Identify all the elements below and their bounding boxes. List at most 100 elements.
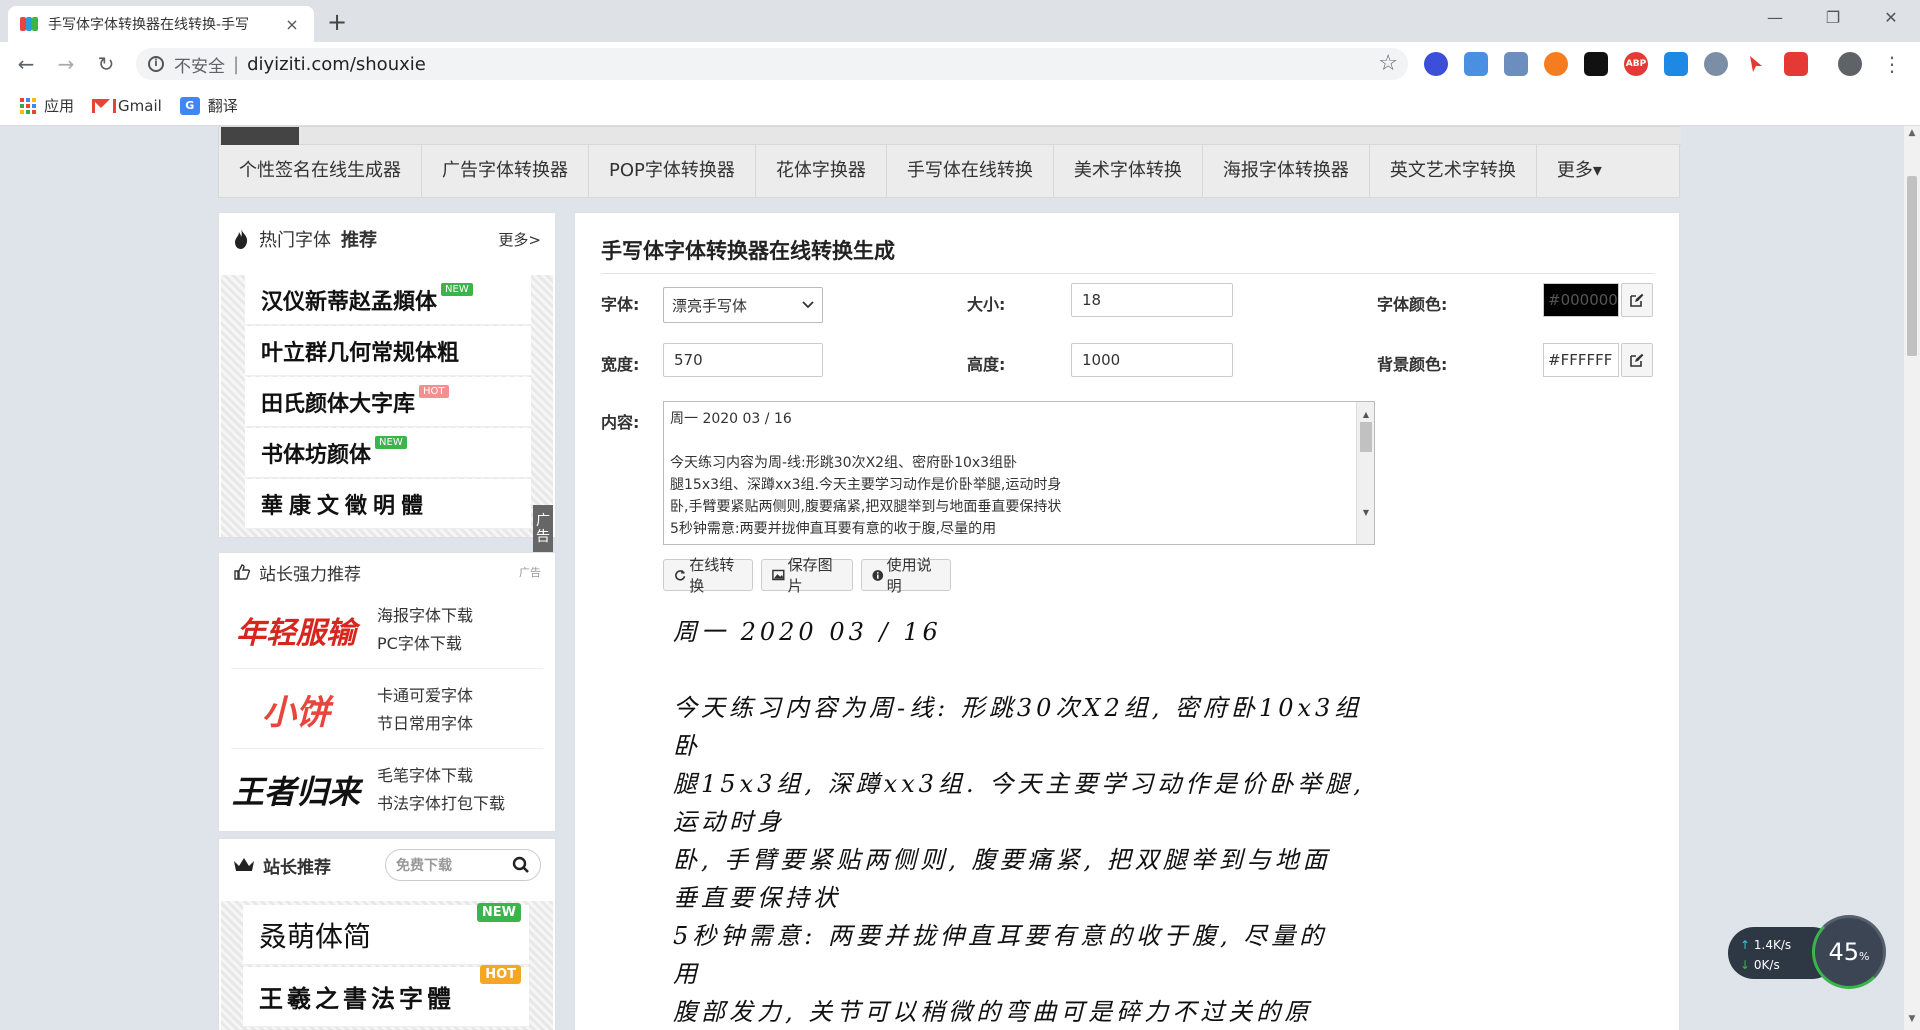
top-navigation: 个性签名在线生成器 广告字体转换器 POP字体转换器 花体字换器 手写体在线转换… [218, 126, 1681, 198]
preview-line [673, 651, 1365, 689]
size-input[interactable] [1071, 283, 1233, 317]
hot-font-item[interactable]: 田氏颜体大字库 HOT [245, 377, 531, 427]
nav-item-poster-font[interactable]: 海报字体转换器 [1203, 145, 1370, 197]
nav-item-english-art[interactable]: 英文艺术字转换 [1370, 145, 1537, 197]
recommend-link[interactable]: PC字体下载 [377, 630, 473, 658]
font-select[interactable]: 漂亮手写体 [663, 287, 823, 323]
bookmark-translate[interactable]: G 翻译 [179, 95, 238, 116]
extension-abp-icon[interactable]: ABP [1624, 52, 1648, 76]
save-image-button[interactable]: 保存图片 [761, 556, 853, 595]
profile-avatar-icon[interactable] [1838, 52, 1862, 76]
hot-font-name: 书体坊颜体 [261, 441, 372, 468]
recommend-row[interactable]: 年轻服输 海报字体下载 PC字体下载 [231, 591, 543, 669]
recommend-links: 海报字体下载 PC字体下载 [377, 602, 473, 658]
recommend-row[interactable]: 小饼 卡通可爱字体 节日常用字体 [231, 671, 543, 749]
extension-glasses-icon[interactable] [1584, 52, 1608, 76]
webmaster-recommend-list: 叒萌体简 NEW 王羲之書法字體 HOT [221, 901, 553, 1030]
browser-menu-icon[interactable]: ⋮ [1880, 52, 1904, 76]
nav-item-signature[interactable]: 个性签名在线生成器 [219, 145, 422, 197]
hot-font-item[interactable]: 书体坊颜体 NEW [245, 428, 531, 478]
bookmark-star-icon[interactable]: ☆ [1378, 51, 1398, 76]
extension-s-icon[interactable] [1424, 52, 1448, 76]
new-tab-button[interactable]: + [322, 8, 352, 38]
recommend-link[interactable]: 书法字体打包下载 [377, 790, 505, 818]
maximize-button[interactable]: ❐ [1804, 0, 1862, 36]
handwriting-preview-image: 周一 2020 03 / 16 今天练习内容为周-线: 形跳30次X2组, 密府… [663, 609, 1375, 1030]
page-scroll-up-icon[interactable]: ▲ [1904, 128, 1920, 138]
bookmark-gmail[interactable]: Gmail [92, 97, 162, 115]
recommend-link[interactable]: 卡通可爱字体 [377, 682, 473, 710]
mini-search-input[interactable]: 免费下载 [385, 849, 541, 881]
forward-icon[interactable]: → [52, 50, 80, 78]
mini-search-placeholder: 免费下载 [396, 858, 452, 874]
extension-notes-icon[interactable] [1784, 52, 1808, 76]
font-color-picker-button[interactable] [1621, 283, 1653, 317]
textarea-scrollbar[interactable]: ▲ ▼ [1356, 402, 1374, 544]
page-scrollbar[interactable]: ▲ ▼ [1904, 126, 1920, 1030]
recommend-row[interactable]: 王者归来 毛笔字体下载 书法字体打包下载 [231, 751, 543, 829]
background-color-picker-button[interactable] [1621, 343, 1653, 377]
width-input[interactable] [663, 343, 823, 377]
hot-fonts-more-link[interactable]: 更多> [498, 229, 541, 250]
content-line: 卧,手臂要紧贴两侧则,腹要痛紧,把双腿举到与地面垂直要保持状 [670, 499, 1062, 515]
refresh-icon [675, 569, 686, 581]
recommend-font-item[interactable]: 叒萌体简 NEW [243, 903, 529, 965]
textarea-scroll-thumb[interactable] [1360, 422, 1372, 452]
convert-button[interactable]: 在线转换 [663, 556, 753, 595]
close-window-button[interactable]: ✕ [1862, 0, 1920, 36]
memory-usage-percent: 45 [1828, 938, 1860, 966]
extension-cursor-icon[interactable] [1744, 52, 1768, 76]
recommend-font-item[interactable]: 王羲之書法字體 HOT [243, 965, 529, 1027]
nav-item-art-font[interactable]: 美术字体转换 [1054, 145, 1203, 197]
scroll-down-arrow-icon[interactable]: ▼ [1357, 502, 1374, 524]
back-icon[interactable]: ← [12, 50, 40, 78]
url-text[interactable]: diyiziti.com/shouxie [247, 54, 426, 75]
browser-tab[interactable]: 手写体字体转换器在线转换-手写 × [8, 6, 314, 42]
usage-help-button[interactable]: 使用说明 [861, 556, 951, 595]
size-label: 大小: [967, 295, 1006, 314]
height-input[interactable] [1071, 343, 1233, 377]
reload-icon[interactable]: ↻ [92, 50, 120, 78]
background-color-input[interactable]: #FFFFFF [1543, 343, 1619, 377]
recommend-logo[interactable]: 年轻服输 [231, 595, 361, 665]
recommend-link[interactable]: 海报字体下载 [377, 602, 473, 630]
minimize-button[interactable]: — [1746, 0, 1804, 36]
info-icon[interactable]: i [148, 56, 164, 72]
content-line: 今天练习内容为周-线:形跳30次X2组、密府卧10x3组卧 [670, 455, 1018, 471]
extension-infinity-icon[interactable] [1544, 52, 1568, 76]
hot-font-item[interactable]: 汉仪新蒂赵孟頫体 NEW [245, 275, 531, 325]
bookmark-apps[interactable]: 应用 [20, 95, 74, 116]
bookmark-gmail-label: Gmail [118, 96, 162, 115]
flame-icon [235, 229, 248, 249]
recommend-link[interactable]: 毛笔字体下载 [377, 762, 505, 790]
extension-translate-icon[interactable] [1464, 52, 1488, 76]
nav-item-more[interactable]: 更多▾ [1537, 145, 1622, 197]
recommend-logo[interactable]: 王者归来 [231, 755, 361, 825]
network-speed-widget[interactable]: ↑ 1.4K/s ↓ 0K/s 45% [1728, 915, 1886, 989]
content-textarea[interactable]: 周一 2020 03 / 16 今天练习内容为周-线:形跳30次X2组、密府卧1… [663, 401, 1375, 545]
edit-icon [1630, 353, 1644, 367]
nav-item-pop-font[interactable]: POP字体转换器 [589, 145, 756, 197]
page-scroll-down-icon[interactable]: ▼ [1904, 1014, 1920, 1024]
recommend-logo[interactable]: 小饼 [231, 675, 361, 745]
nav-strip-active-marker [221, 127, 299, 145]
address-bar[interactable]: i 不安全 | diyiziti.com/shouxie ☆ [136, 48, 1408, 80]
nav-item-fancy-font[interactable]: 花体字换器 [756, 145, 887, 197]
nav-item-handwriting[interactable]: 手写体在线转换 [887, 145, 1054, 197]
memory-usage-gauge[interactable]: 45% [1812, 915, 1886, 989]
hot-font-item[interactable]: 叶立群几何常规体粗 [245, 326, 531, 376]
extension-grid-icon[interactable] [1504, 52, 1528, 76]
preview-line: 周一 2020 03 / 16 [673, 618, 942, 646]
search-icon[interactable] [512, 856, 530, 874]
recommend-link[interactable]: 节日常用字体 [377, 710, 473, 738]
hot-font-item[interactable]: 華康文徵明體 [245, 479, 531, 529]
recommend-links: 卡通可爱字体 节日常用字体 [377, 682, 473, 738]
page-scroll-thumb[interactable] [1907, 176, 1917, 356]
font-color-input[interactable]: #000000 [1543, 283, 1619, 317]
width-label: 宽度: [601, 355, 640, 374]
nav-item-ad-font[interactable]: 广告字体转换器 [422, 145, 589, 197]
tab-close-icon[interactable]: × [282, 15, 302, 34]
extension-owl-icon[interactable] [1704, 52, 1728, 76]
extension-s2-icon[interactable] [1664, 52, 1688, 76]
ad-tag[interactable]: 广告 [533, 505, 553, 555]
